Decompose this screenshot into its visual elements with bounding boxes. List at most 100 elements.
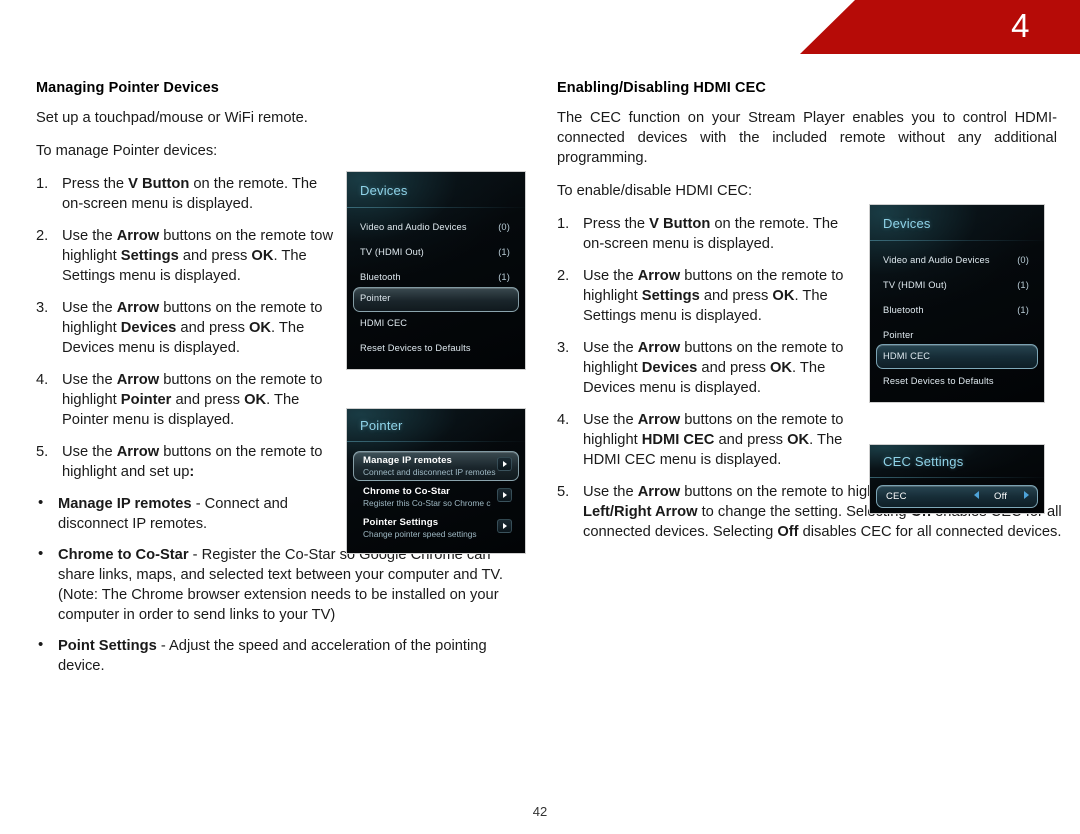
step-text: Use the Arrow buttons on the remote to h… [62,444,322,480]
step-item: 2. Use the Arrow buttons on the remote to… [36,226,334,286]
step-item: 3. Use the Arrow buttons on the remote to… [36,298,334,358]
osd-row-tv-hdmi-out[interactable]: TV (HDMI Out) (1) [883,280,1031,290]
body-text-run: Use the [583,412,638,428]
body-text-run: disables CEC for all connected devices. [798,524,1062,540]
step-item: 4. Use the Arrow buttons on the remote to… [36,370,334,430]
osd-row-video-audio-devices[interactable]: Video and Audio Devices (0) [883,255,1031,265]
step-item: 5. Use the Arrow buttons on the remote to… [36,442,334,482]
step-number: 1. [36,176,49,192]
bullet-text: Chrome to Co-Star - Register the Co-Star… [58,547,503,623]
bullet-text: Point Settings - Adjust the speed and ac… [58,638,487,674]
osd-row-manage-ip-remotes[interactable]: Manage IP remotes Connect and disconnect… [363,455,513,477]
emphasis-text: Manage IP remotes [58,496,192,512]
osd-title-divider [870,240,1044,241]
body-text-run: Use the [62,444,117,460]
page-number: 42 [532,804,548,819]
right-intro-paragraph: The CEC function on your Stream Player e… [557,110,1057,166]
body-text-run: Use the [62,372,117,388]
osd-title: CEC Settings [883,454,964,469]
osd-row-hdmi-cec[interactable]: HDMI CEC [883,351,1031,361]
osd-row-count: (1) [498,247,510,257]
osd-row-title: Chrome to Co-Star [363,486,450,497]
osd-row-label: Bluetooth [360,272,401,282]
osd-row-label: HDMI CEC [360,318,408,328]
osd-title: Pointer [360,418,403,433]
body-text-run: Press the [62,176,129,192]
step-text: Use the Arrow buttons on the remote tow … [62,228,333,284]
emphasis-text: OK [770,360,793,376]
triangle-left-icon[interactable] [974,491,979,499]
osd-row-title: Pointer Settings [363,517,439,528]
osd-row-video-audio-devices[interactable]: Video and Audio Devices (0) [360,222,512,232]
cec-setting-label: CEC [886,491,907,502]
osd-row-label: TV (HDMI Out) [360,247,424,257]
emphasis-text: Arrow [637,340,681,356]
osd-row-tv-hdmi-out[interactable]: TV (HDMI Out) (1) [360,247,512,257]
step-item: 3. Use the Arrow buttons on the remote to… [557,338,855,398]
screenshot-pointer-menu: Pointer Manage IP remotes Connect and di… [346,408,526,554]
osd-row-reset-devices[interactable]: Reset Devices to Defaults [883,376,1031,386]
step-number: 2. [36,228,49,244]
osd-row-label: Reset Devices to Defaults [883,376,994,386]
osd-row-pointer[interactable]: Pointer [360,293,512,303]
osd-row-label: Video and Audio Devices [360,222,467,232]
screenshot-devices-menu-hdmi-cec: Devices Video and Audio Devices (0) TV (… [869,204,1045,403]
step-text: Use the Arrow buttons on the remote to h… [583,268,843,324]
osd-background [870,205,1044,402]
cec-setting-value[interactable]: Off [994,491,1007,502]
emphasis-text: OK [787,432,810,448]
emphasis-text: V Button [128,176,190,192]
body-text-run: Use the [583,340,638,356]
body-text-run: Use the [583,268,638,284]
step-text: Use the Arrow buttons on the remote to h… [583,340,843,396]
step-number: 3. [36,300,49,316]
emphasis-text: HDMI CEC [641,432,715,448]
step-number: 4. [557,412,570,428]
bullet-dot-icon: • [38,636,44,653]
emphasis-text: Arrow [116,444,160,460]
emphasis-text: Pointer [120,392,172,408]
emphasis-text: Arrow [116,300,160,316]
emphasis-text: Chrome to Co-Star [58,547,189,563]
emphasis-text: OK [251,248,274,264]
body-text-run: Use the [62,300,117,316]
bullet-item: • Manage IP remotes - Connect and disconn… [36,494,310,534]
emphasis-text: V Button [649,216,711,232]
osd-title: Devices [883,216,931,231]
body-text-run: and press [171,392,245,408]
osd-row-bluetooth[interactable]: Bluetooth (1) [883,305,1031,315]
osd-row-subtitle: Connect and disconnect IP remotes [363,467,496,477]
osd-row-reset-devices[interactable]: Reset Devices to Defaults [360,343,512,353]
emphasis-text: Arrow [116,372,160,388]
osd-row-pointer-settings[interactable]: Pointer Settings Change pointer speed se… [363,517,513,539]
osd-row-label: Bluetooth [883,305,924,315]
osd-row-hdmi-cec[interactable]: HDMI CEC [360,318,512,328]
step-text: Press the V Button on the remote. The on… [62,176,317,212]
emphasis-text: Devices [120,320,177,336]
bullet-dot-icon: • [38,494,44,511]
osd-row-pointer[interactable]: Pointer [883,330,1031,340]
osd-row-count: (0) [498,222,510,232]
osd-row-chrome-to-costar[interactable]: Chrome to Co-Star Register this Co-Star … [363,486,513,508]
osd-row-label: Reset Devices to Defaults [360,343,471,353]
screenshot-devices-menu-pointer: Devices Video and Audio Devices (0) TV (… [346,171,526,370]
right-lead-in: To enable/disable HDMI CEC: [557,183,753,199]
step-number: 2. [557,268,570,284]
chevron-right-icon [497,488,512,502]
header-red-shape [800,0,1080,54]
step-number: 5. [557,484,570,500]
body-text-run: and press [176,320,249,336]
triangle-right-icon[interactable] [1024,491,1029,499]
emphasis-text: OK [244,392,267,408]
osd-title: Devices [360,183,408,198]
chevron-right-icon [497,519,512,533]
osd-row-count: (1) [498,272,510,282]
osd-row-bluetooth[interactable]: Bluetooth (1) [360,272,512,282]
chapter-number: 4 [1011,7,1030,44]
osd-background [347,172,525,369]
osd-title-divider [870,477,1044,478]
emphasis-text: Off [777,524,799,540]
body-text-run: Use the [583,484,638,500]
emphasis-text: Left/Right Arrow [583,504,698,520]
left-intro-paragraph: Set up a touchpad/mouse or WiFi remote. [36,110,308,126]
